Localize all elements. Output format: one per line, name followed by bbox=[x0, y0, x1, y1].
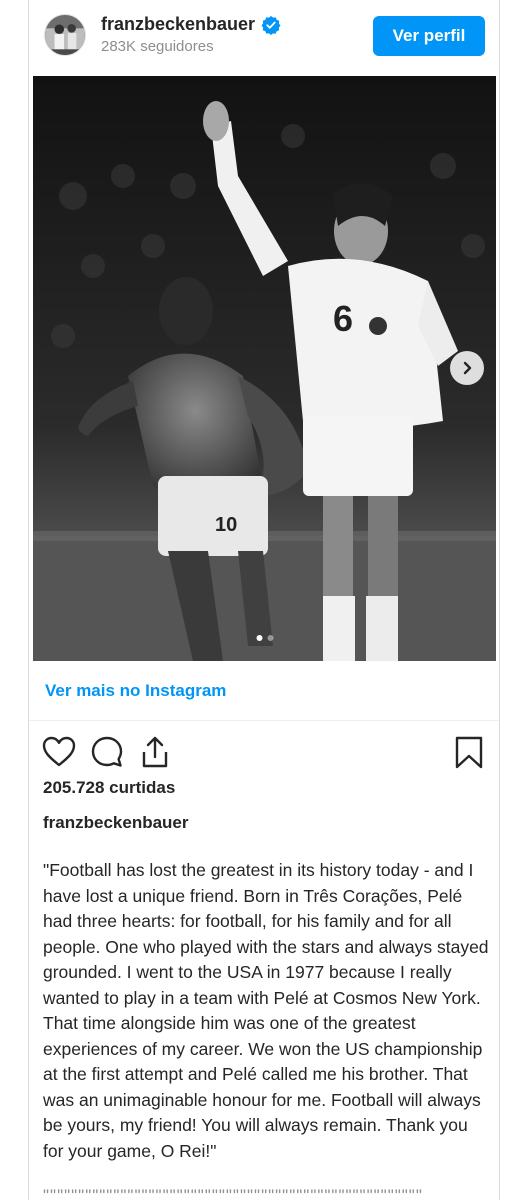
bookmark-icon[interactable] bbox=[451, 734, 487, 770]
view-profile-button[interactable]: Ver perfil bbox=[373, 16, 485, 56]
follower-count: 283K seguidores bbox=[101, 38, 214, 55]
chevron-right-icon bbox=[463, 361, 472, 375]
photo-illustration: 10 6 bbox=[33, 76, 496, 661]
like-count[interactable]: 205.728 curtidas bbox=[43, 778, 175, 798]
jersey-number-right: 6 bbox=[333, 298, 353, 339]
action-bar bbox=[29, 730, 499, 774]
caption-truncated-line: """"""""""""""""""""""""""""""""""""""""… bbox=[43, 1186, 423, 1200]
verified-badge-icon bbox=[261, 15, 281, 35]
username[interactable]: franzbeckenbauer bbox=[101, 14, 255, 35]
comment-icon[interactable] bbox=[89, 734, 125, 770]
carousel-next-button[interactable] bbox=[450, 351, 484, 385]
carousel-indicator bbox=[256, 635, 273, 641]
divider bbox=[29, 720, 499, 721]
post-header: franzbeckenbauer 283K seguidores Ver per… bbox=[29, 0, 499, 72]
username-row: franzbeckenbauer bbox=[101, 14, 281, 35]
carousel-dot bbox=[256, 635, 262, 641]
heart-icon[interactable] bbox=[41, 734, 77, 770]
caption-username[interactable]: franzbeckenbauer bbox=[43, 813, 189, 833]
share-icon[interactable] bbox=[137, 734, 173, 770]
instagram-embed-card: franzbeckenbauer 283K seguidores Ver per… bbox=[28, 0, 500, 1200]
view-more-on-instagram-link[interactable]: Ver mais no Instagram bbox=[45, 681, 226, 701]
post-photo[interactable]: 10 6 bbox=[33, 76, 496, 661]
caption-text: "Football has lost the greatest in its h… bbox=[43, 860, 489, 1161]
jersey-number-left: 10 bbox=[215, 514, 237, 536]
avatar[interactable] bbox=[44, 14, 86, 56]
carousel-dot bbox=[267, 635, 273, 641]
